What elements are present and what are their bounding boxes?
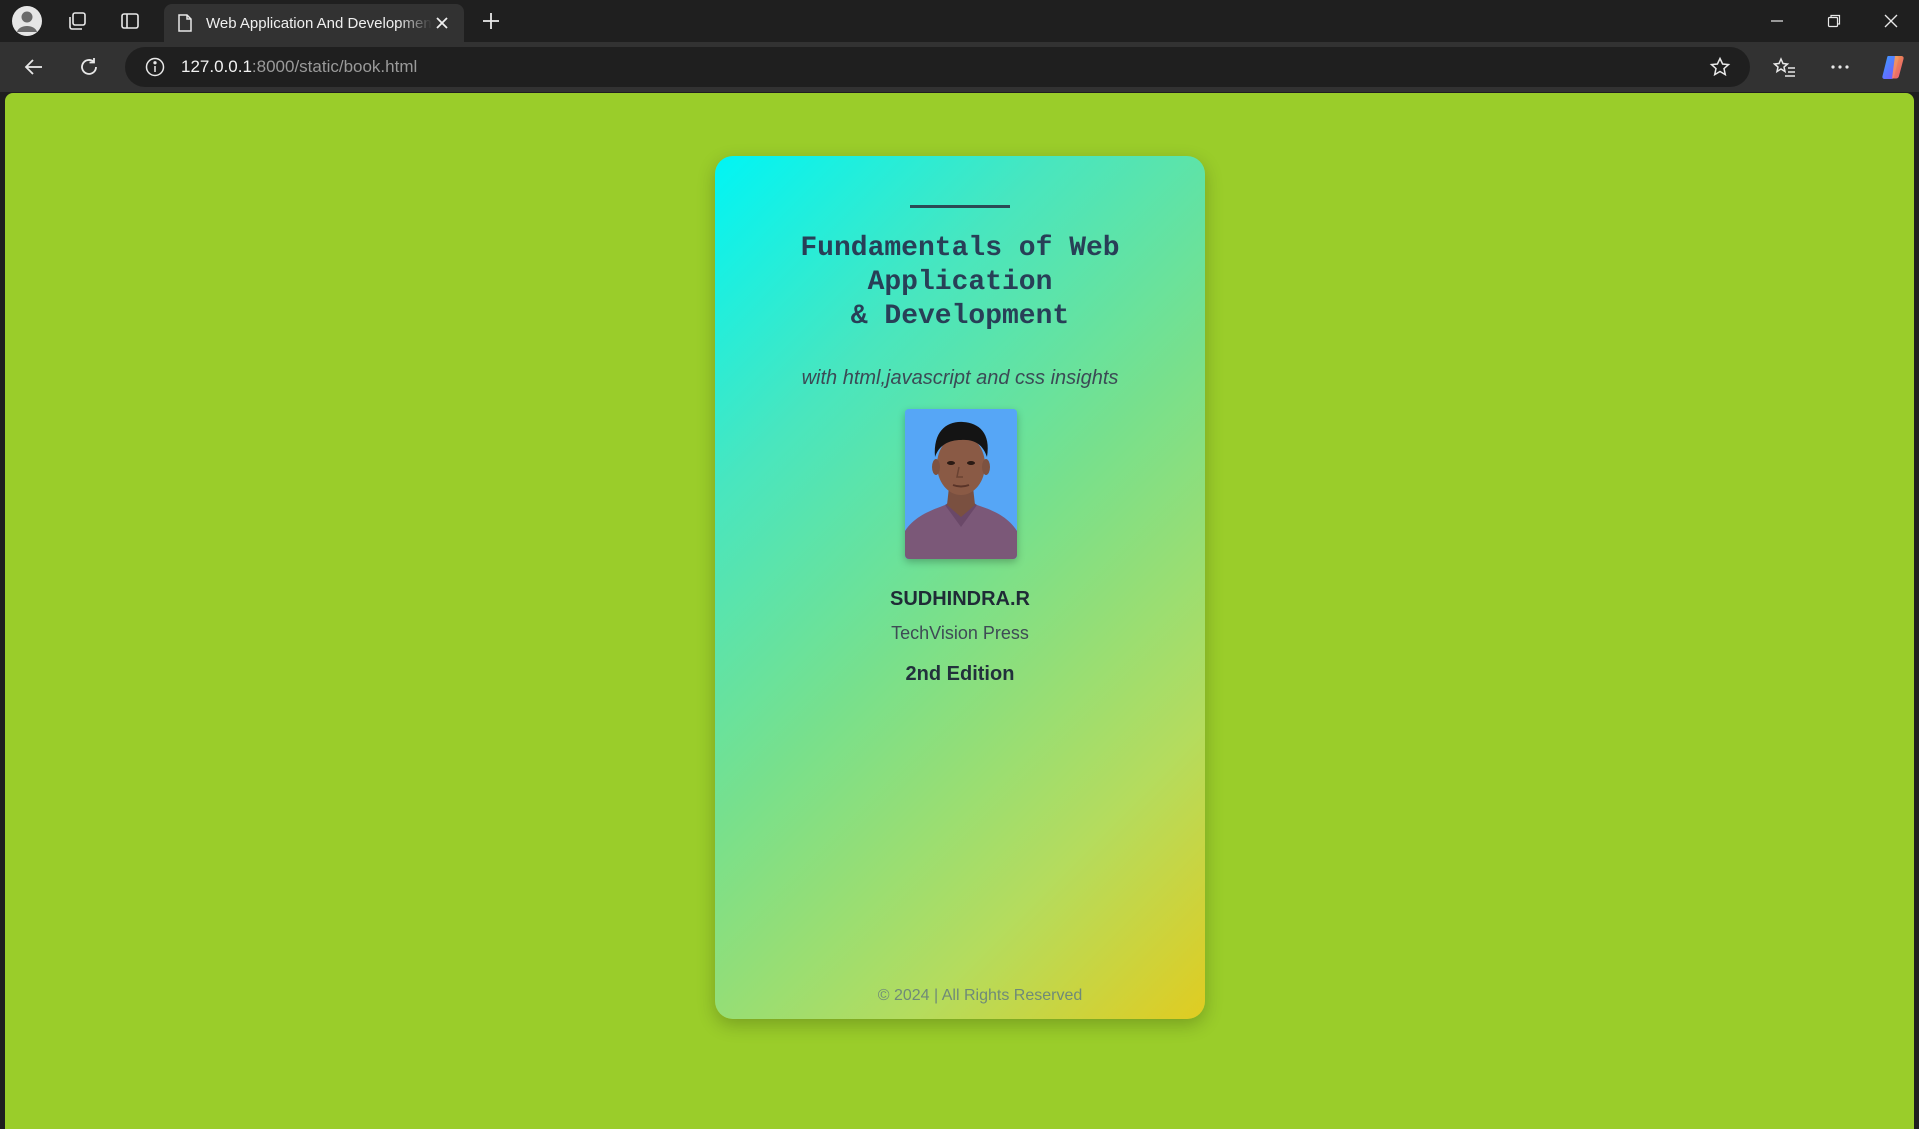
reload-icon[interactable] xyxy=(72,50,106,84)
profile-avatar-icon[interactable] xyxy=(12,6,42,36)
page-viewport: Fundamentals of Web Application & Develo… xyxy=(5,93,1914,1129)
book-cover: Fundamentals of Web Application & Develo… xyxy=(715,156,1205,1019)
workspaces-icon[interactable] xyxy=(62,6,92,36)
favorite-star-icon[interactable] xyxy=(1708,55,1732,79)
author-name: SUDHINDRA.R xyxy=(890,588,1030,610)
tab-close-icon[interactable] xyxy=(432,13,452,33)
site-info-icon[interactable] xyxy=(143,55,167,79)
favorites-list-icon[interactable] xyxy=(1768,50,1802,84)
browser-titlebar: Web Application And Development xyxy=(0,0,1919,42)
tab-actions-icon[interactable] xyxy=(115,6,145,36)
url-text[interactable]: 127.0.0.1:8000/static/book.html xyxy=(181,57,417,77)
back-arrow-icon[interactable] xyxy=(17,50,51,84)
publisher-name: TechVision Press xyxy=(891,623,1029,643)
close-window-icon[interactable] xyxy=(1863,0,1919,42)
minimize-icon[interactable] xyxy=(1749,0,1805,42)
address-bar[interactable]: 127.0.0.1:8000/static/book.html xyxy=(125,47,1750,87)
browser-toolbar: 127.0.0.1:8000/static/book.html xyxy=(0,42,1919,92)
author-photo xyxy=(905,409,1017,559)
title-divider xyxy=(910,205,1010,208)
tab-title: Web Application And Development xyxy=(206,14,432,32)
book-title: Fundamentals of Web Application & Develo… xyxy=(800,233,1120,332)
restore-icon[interactable] xyxy=(1806,0,1862,42)
tab-active[interactable]: Web Application And Development xyxy=(164,4,464,42)
url-host: 127.0.0.1 xyxy=(181,57,252,76)
page-document-icon xyxy=(176,13,194,33)
copyright-notice: © 2024 | All Rights Reserved xyxy=(877,987,1083,1004)
more-options-icon[interactable] xyxy=(1823,50,1857,84)
new-tab-icon[interactable] xyxy=(476,6,506,36)
url-path: :8000/static/book.html xyxy=(251,57,418,76)
book-subtitle: with html,javascript and css insights xyxy=(801,367,1119,389)
copilot-icon[interactable] xyxy=(1876,50,1910,84)
edition-label: 2nd Edition xyxy=(905,663,1015,685)
